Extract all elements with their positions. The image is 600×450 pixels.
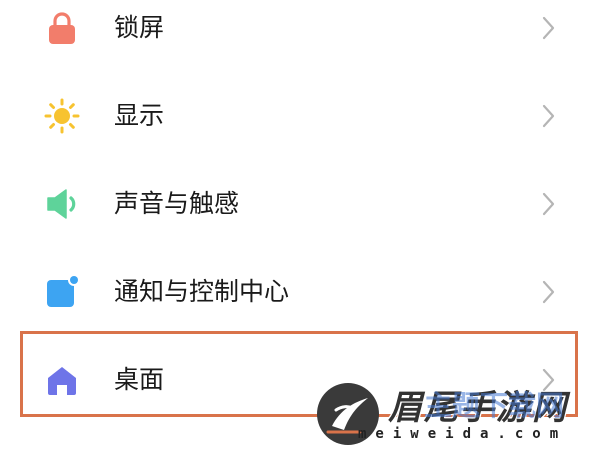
- settings-item-label: 桌面: [114, 365, 165, 394]
- settings-item-desktop[interactable]: 桌面: [0, 336, 600, 424]
- chevron-right-icon: [538, 277, 558, 307]
- sun-icon: [44, 98, 80, 134]
- home-icon: [44, 362, 80, 398]
- settings-item-sound-haptics[interactable]: 声音与触感: [0, 160, 600, 248]
- chevron-right-icon: [538, 189, 558, 219]
- settings-item-label: 通知与控制中心: [114, 277, 290, 306]
- notification-icon: [44, 274, 80, 310]
- lock-icon: [44, 10, 80, 46]
- settings-item-notification-center[interactable]: 通知与控制中心: [0, 248, 600, 336]
- settings-item-lock-screen[interactable]: 锁屏: [0, 0, 600, 72]
- chevron-right-icon: [538, 365, 558, 395]
- settings-screen: 锁屏 显示 声音与触感 通知与控制中心 桌面 眉尾手游网 主题下载网 meiwe…: [0, 0, 600, 450]
- chevron-right-icon: [538, 13, 558, 43]
- settings-item-label: 锁屏: [114, 13, 165, 42]
- settings-item-label: 声音与触感: [114, 189, 240, 218]
- chevron-right-icon: [538, 101, 558, 131]
- settings-item-display[interactable]: 显示: [0, 72, 600, 160]
- settings-item-label: 显示: [114, 101, 165, 130]
- speaker-icon: [44, 186, 80, 222]
- watermark-subtitle: meiweida.com: [358, 426, 568, 442]
